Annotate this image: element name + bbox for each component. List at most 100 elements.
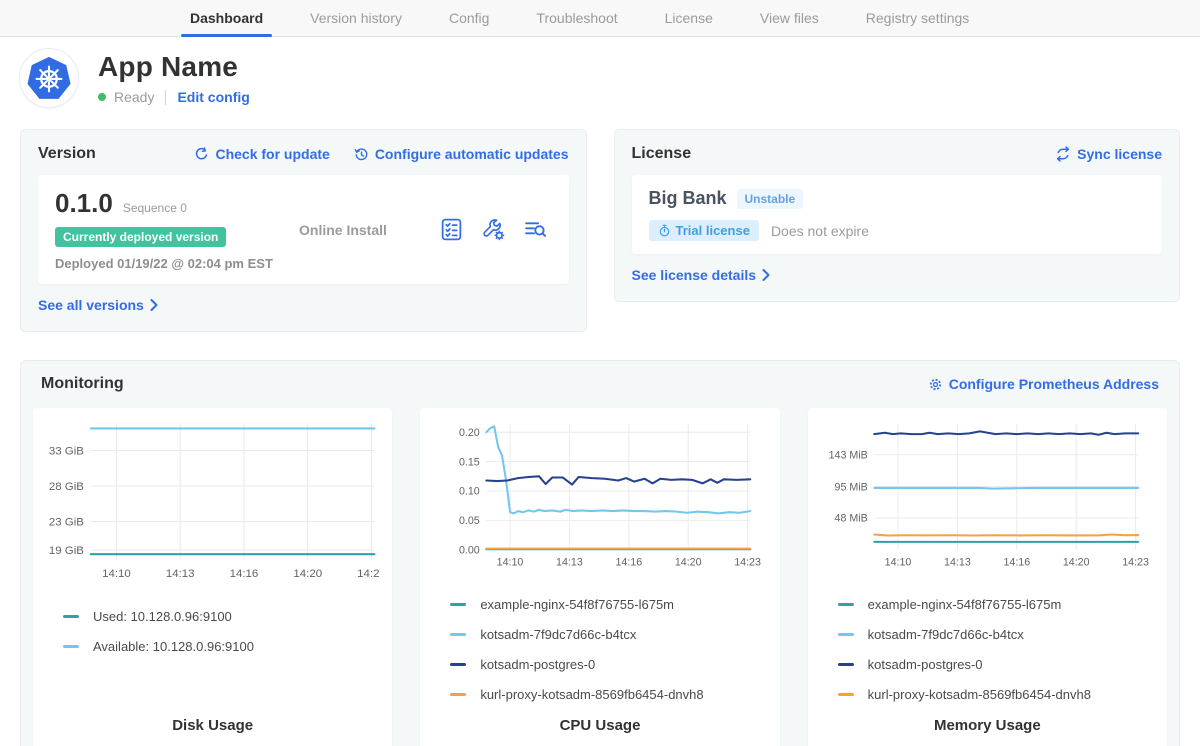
tab-troubleshoot[interactable]: Troubleshoot xyxy=(536,0,617,36)
svg-text:0.20: 0.20 xyxy=(459,427,480,439)
sync-license-button[interactable]: Sync license xyxy=(1055,146,1162,162)
svg-text:48 MiB: 48 MiB xyxy=(834,513,867,525)
svg-text:14:20: 14:20 xyxy=(1062,557,1089,569)
legend-swatch xyxy=(63,645,79,648)
legend-label: Available: 10.128.0.96:9100 xyxy=(93,639,254,654)
tab-license[interactable]: License xyxy=(665,0,713,36)
svg-text:14:16: 14:16 xyxy=(1003,557,1030,569)
trial-license-badge: Trial license xyxy=(649,220,759,241)
see-all-versions-link[interactable]: See all versions xyxy=(38,297,158,313)
legend-item: kurl-proxy-kotsadm-8569fb6454-dnvh8 xyxy=(838,687,1155,702)
tab-config[interactable]: Config xyxy=(449,0,489,36)
legend-item: kurl-proxy-kotsadm-8569fb6454-dnvh8 xyxy=(450,687,767,702)
view-logs-icon[interactable] xyxy=(523,217,548,242)
edit-config-link[interactable]: Edit config xyxy=(177,89,249,105)
cpu-usage-chart[interactable]: 14:1014:1314:1614:2014:230.200.150.100.0… xyxy=(432,416,767,574)
legend-swatch xyxy=(838,633,854,636)
check-for-update-button[interactable]: Check for update xyxy=(194,146,329,162)
configure-automatic-updates-button[interactable]: Configure automatic updates xyxy=(354,146,569,162)
legend-swatch xyxy=(838,693,854,696)
svg-text:14:23: 14:23 xyxy=(1122,557,1149,569)
svg-text:14:16: 14:16 xyxy=(616,557,643,569)
configure-prometheus-button[interactable]: Configure Prometheus Address xyxy=(928,376,1159,392)
refresh-icon xyxy=(194,147,209,162)
chart-title: Memory Usage xyxy=(820,717,1155,734)
page-title: App Name xyxy=(98,51,250,83)
svg-text:143 MiB: 143 MiB xyxy=(828,449,867,461)
svg-text:14:20: 14:20 xyxy=(293,568,322,580)
license-customer-name: Big Bank xyxy=(649,188,727,209)
legend-swatch xyxy=(450,633,466,636)
current-version-card: 0.1.0 Sequence 0 Currently deployed vers… xyxy=(38,175,569,284)
gear-icon xyxy=(928,377,943,392)
version-panel: Version Check for update xyxy=(20,129,587,332)
version-title: Version xyxy=(38,145,96,163)
legend-item: example-nginx-54f8f76755-l675m xyxy=(838,597,1155,612)
deployed-timestamp: Deployed 01/19/22 @ 02:04 pm EST xyxy=(55,256,273,271)
legend-swatch xyxy=(838,603,854,606)
stopwatch-icon xyxy=(658,224,671,237)
legend-label: kurl-proxy-kotsadm-8569fb6454-dnvh8 xyxy=(480,687,703,702)
legend-swatch xyxy=(450,663,466,666)
chevron-right-icon xyxy=(762,269,770,281)
status-text: Ready xyxy=(114,89,154,105)
install-type-label: Online Install xyxy=(273,222,439,238)
legend-item: kotsadm-7f9dc7d66c-b4tcx xyxy=(838,627,1155,642)
top-nav: Dashboard Version history Config Troublesho… xyxy=(0,0,1200,37)
legend-item: Used: 10.128.0.96:9100 xyxy=(63,609,380,624)
svg-text:14:16: 14:16 xyxy=(230,568,259,580)
legend-label: Used: 10.128.0.96:9100 xyxy=(93,609,232,624)
svg-text:0.05: 0.05 xyxy=(459,515,480,527)
chevron-right-icon xyxy=(150,299,158,311)
license-details-card: Big Bank Unstable Trial license Does n xyxy=(632,175,1163,254)
sync-arrows-icon xyxy=(1055,146,1071,162)
see-license-details-link[interactable]: See license details xyxy=(632,267,771,283)
legend-item: Available: 10.128.0.96:9100 xyxy=(63,639,380,654)
legend-item: kotsadm-postgres-0 xyxy=(838,657,1155,672)
tab-view-files[interactable]: View files xyxy=(760,0,819,36)
legend-label: kotsadm-postgres-0 xyxy=(868,657,983,672)
clock-refresh-icon xyxy=(354,147,369,162)
legend-swatch xyxy=(450,693,466,696)
svg-text:33 GiB: 33 GiB xyxy=(49,445,84,457)
app-logo xyxy=(20,49,78,107)
kubernetes-icon xyxy=(26,55,72,101)
disk-usage-chart[interactable]: 14:10 14:13 14:16 14:20 14:23 33 GiB 28 GiB 23 … xyxy=(45,416,380,586)
nav-tabs: Dashboard Version history Config Troublesho… xyxy=(190,0,969,36)
legend-item: example-nginx-54f8f76755-l675m xyxy=(450,597,767,612)
monitoring-panel: Monitoring Configure Prometheus Address … xyxy=(20,360,1180,746)
legend-label: example-nginx-54f8f76755-l675m xyxy=(868,597,1062,612)
svg-text:0.10: 0.10 xyxy=(459,486,480,498)
svg-text:14:13: 14:13 xyxy=(166,568,195,580)
chart-card-cpu-usage: 14:1014:1314:1614:2014:230.200.150.100.0… xyxy=(420,408,779,746)
svg-text:23 GiB: 23 GiB xyxy=(49,517,84,529)
legend-item: kotsadm-postgres-0 xyxy=(450,657,767,672)
legend-swatch xyxy=(63,615,79,618)
chart-title: CPU Usage xyxy=(432,717,767,734)
chart-card-memory-usage: 14:1014:1314:1614:2014:23143 MiB95 MiB48… xyxy=(808,408,1167,746)
tab-version-history[interactable]: Version history xyxy=(310,0,402,36)
svg-text:14:10: 14:10 xyxy=(102,568,131,580)
legend-item: kotsadm-7f9dc7d66c-b4tcx xyxy=(450,627,767,642)
svg-text:28 GiB: 28 GiB xyxy=(49,481,84,493)
license-title: License xyxy=(632,145,692,163)
monitoring-title: Monitoring xyxy=(41,375,124,393)
svg-text:14:23: 14:23 xyxy=(357,568,380,580)
disk-usage-legend: Used: 10.128.0.96:9100 Available: 10.128.… xyxy=(45,594,380,669)
config-wrench-icon[interactable] xyxy=(481,217,506,242)
legend-label: kotsadm-7f9dc7d66c-b4tcx xyxy=(868,627,1024,642)
preflight-checks-icon[interactable] xyxy=(439,217,464,242)
expiry-label: Does not expire xyxy=(771,223,869,239)
charts-row: 14:10 14:13 14:16 14:20 14:23 33 GiB 28 GiB 23 … xyxy=(33,408,1167,746)
legend-label: kotsadm-7f9dc7d66c-b4tcx xyxy=(480,627,636,642)
legend-swatch xyxy=(450,603,466,606)
deployed-badge: Currently deployed version xyxy=(55,227,226,247)
legend-label: kurl-proxy-kotsadm-8569fb6454-dnvh8 xyxy=(868,687,1091,702)
svg-text:95 MiB: 95 MiB xyxy=(834,481,867,493)
svg-text:14:10: 14:10 xyxy=(497,557,524,569)
tab-dashboard[interactable]: Dashboard xyxy=(190,0,263,36)
tab-registry-settings[interactable]: Registry settings xyxy=(866,0,969,36)
version-number: 0.1.0 xyxy=(55,188,113,219)
svg-text:0.00: 0.00 xyxy=(459,545,480,557)
memory-usage-chart[interactable]: 14:1014:1314:1614:2014:23143 MiB95 MiB48… xyxy=(820,416,1155,574)
